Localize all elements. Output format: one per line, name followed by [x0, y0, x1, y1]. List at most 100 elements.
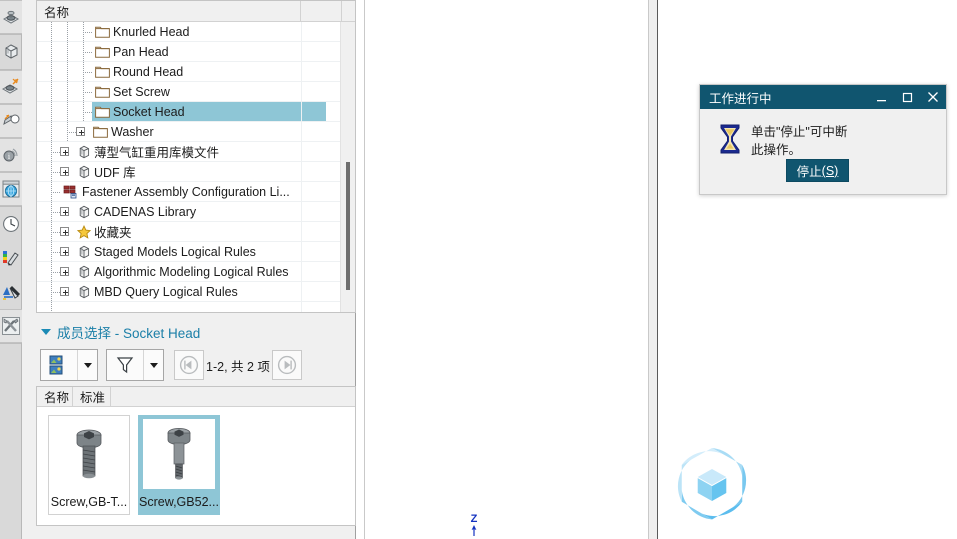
tree-cell-divider [301, 82, 302, 101]
middle-blank-panel [364, 0, 649, 539]
tree-vertical-scrollbar[interactable] [340, 22, 355, 312]
tree-row[interactable]: CADENAS Library [37, 202, 355, 222]
tree-rows: Knurled Head Pan Head Round Head Set Screw S… [37, 22, 355, 312]
appearance-paint-icon[interactable] [0, 241, 22, 275]
toolbar-group-4 [0, 207, 22, 344]
member-column-name-label: 名称 [44, 391, 70, 405]
config-list-icon [63, 185, 79, 199]
work-in-progress-dialog[interactable]: 工作进行中 单击"停止"可中断 此操作。 停止 (S) [699, 84, 947, 195]
tree-expander-toggle[interactable] [60, 287, 69, 296]
tree-row[interactable]: 薄型气缸重用库模文件 [37, 142, 355, 162]
tree-expander-toggle[interactable] [60, 207, 69, 216]
member-column-standard-label: 标准 [80, 391, 106, 405]
tree-elbow-line [51, 232, 60, 233]
tree-row-label: Algorithmic Modeling Logical Rules [94, 264, 289, 279]
tree-column-header: 名称 [37, 1, 355, 22]
style-picker-icon[interactable] [0, 275, 22, 309]
tree-row[interactable]: Pan Head [37, 42, 355, 62]
tree-cell-divider [301, 62, 302, 81]
folder-icon [93, 125, 108, 138]
member-selection-header[interactable]: 成员选择 - Socket Head [36, 322, 356, 342]
tree-expander-toggle[interactable] [60, 267, 69, 276]
collapse-triangle-icon[interactable] [40, 327, 51, 338]
stop-button-label: 停止 [796, 165, 822, 179]
tree-row-label: 薄型气缸重用库模文件 [94, 146, 220, 160]
member-toolbar: 1-2, 共 2 项 [36, 348, 356, 382]
tools-utilities-icon[interactable] [0, 309, 22, 343]
web-browser-icon[interactable] [0, 172, 22, 206]
library-icon [77, 145, 91, 159]
member-column-standard[interactable]: 标准 [73, 387, 111, 406]
tree-row-label: Fastener Assembly Configuration Li... [82, 184, 290, 199]
thumbnail-view-icon [41, 354, 77, 376]
z-axis-arrow-icon [471, 525, 477, 536]
datum-plane-icon[interactable] [0, 70, 22, 104]
member-thumbnail-label: Screw,GB-T... [50, 495, 128, 509]
sketch-plane-icon[interactable] [0, 0, 22, 34]
library-icon [77, 245, 91, 259]
part-model-icon[interactable] [0, 35, 22, 69]
tree-indent-guide [51, 42, 52, 61]
tree-elbow-line [51, 192, 60, 193]
tree-row[interactable]: Round Head [37, 62, 355, 82]
tree-elbow-line [83, 32, 92, 33]
tree-column-extra[interactable] [301, 1, 342, 21]
tree-column-name[interactable]: 名称 [37, 1, 301, 21]
tree-expander-toggle[interactable] [60, 167, 69, 176]
tree-row[interactable]: Knurled Head [37, 22, 355, 42]
tree-row[interactable]: MBD Query Logical Rules [37, 282, 355, 302]
member-grid-header: 名称 标准 [37, 387, 355, 407]
last-page-button[interactable] [271, 350, 302, 380]
tree-cell-divider [301, 182, 302, 201]
tree-scrollbar-thumb[interactable] [346, 162, 350, 290]
member-thumbnail-list: Screw,GB-T... Screw,GB52... [37, 407, 355, 515]
first-page-button[interactable] [174, 350, 204, 380]
tree-row[interactable]: Washer [37, 122, 355, 142]
toolbar-group-2 [0, 35, 21, 70]
tree-elbow-line [67, 132, 76, 133]
tree-row[interactable]: Set Screw [37, 82, 355, 102]
dialog-message-line2: 此操作。 [751, 143, 802, 157]
tree-row[interactable]: Socket Head [37, 102, 355, 122]
member-thumbnail-item[interactable]: Screw,GB52... [138, 415, 220, 515]
view-mode-chevron-down-icon[interactable] [77, 350, 97, 380]
tree-expander-toggle[interactable] [60, 227, 69, 236]
info-measure-icon[interactable]: i [0, 138, 22, 172]
filter-dropdown[interactable] [106, 349, 164, 381]
tree-elbow-line [83, 112, 92, 113]
shoulder-screw-thumb [167, 428, 191, 480]
view-mode-dropdown[interactable] [40, 349, 98, 381]
tree-elbow-line [51, 172, 60, 173]
close-icon[interactable] [920, 85, 946, 109]
tree-expander-toggle[interactable] [76, 127, 85, 136]
tree-row[interactable]: UDF 库 [37, 162, 355, 182]
panel-divider[interactable] [649, 0, 658, 539]
tree-expander-toggle[interactable] [60, 247, 69, 256]
tree-row-label: Washer [111, 124, 154, 139]
library-icon [77, 265, 91, 279]
tree-row-label: 收藏夹 [94, 226, 132, 240]
tree-elbow-line [51, 252, 60, 253]
dialog-title: 工作进行中 [709, 91, 772, 106]
member-thumbnail-image [53, 419, 125, 489]
tree-cell-divider [301, 302, 302, 312]
member-column-name[interactable]: 名称 [37, 387, 73, 406]
tree-row[interactable]: Algorithmic Modeling Logical Rules [37, 262, 355, 282]
filter-chevron-down-icon[interactable] [143, 350, 163, 380]
datum-axis-point-icon[interactable] [0, 104, 22, 138]
tree-row-label: Set Screw [113, 84, 170, 99]
dialog-titlebar[interactable]: 工作进行中 [700, 85, 946, 109]
folder-icon [95, 25, 110, 38]
minimize-icon[interactable] [868, 85, 894, 109]
tree-row[interactable]: Staged Models Logical Rules [37, 242, 355, 262]
stop-button[interactable]: 停止 (S) [786, 159, 849, 182]
tree-row[interactable] [37, 302, 355, 312]
tree-expander-toggle[interactable] [60, 147, 69, 156]
filter-funnel-icon [107, 354, 143, 376]
tree-row[interactable]: Fastener Assembly Configuration Li... [37, 182, 355, 202]
member-thumbnail-item[interactable]: Screw,GB-T... [48, 415, 130, 515]
maximize-icon[interactable] [894, 85, 920, 109]
tree-row[interactable]: 收藏夹 [37, 222, 355, 242]
clock-history-icon[interactable] [0, 207, 22, 241]
folder-icon [95, 85, 110, 98]
